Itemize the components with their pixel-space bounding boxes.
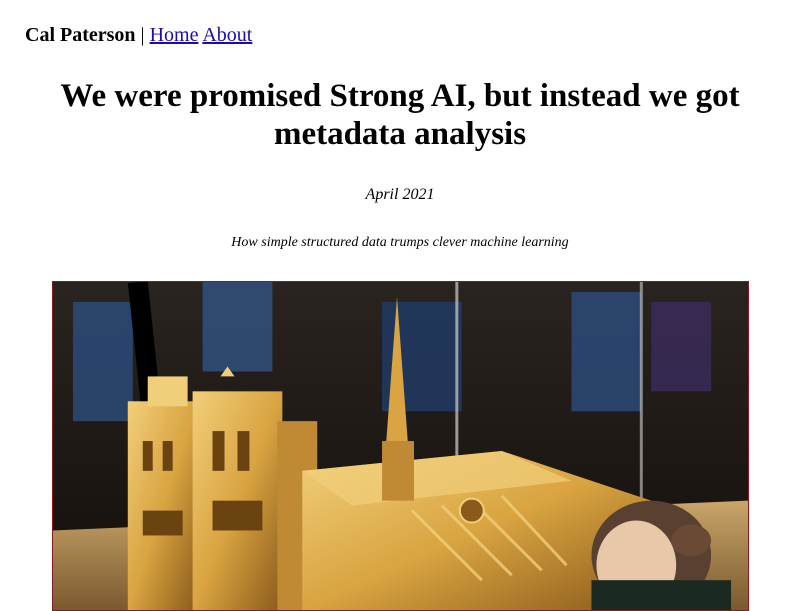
nav-link-about[interactable]: About	[202, 24, 252, 46]
site-name: Cal Paterson	[25, 24, 136, 46]
nav-separator: |	[140, 24, 145, 46]
hero-image-art	[53, 282, 748, 610]
site-nav: Cal Paterson | Home About	[25, 22, 252, 48]
hero-image	[52, 281, 749, 611]
article-subtitle: How simple structured data trumps clever…	[231, 235, 569, 250]
nav-link-home[interactable]: Home	[150, 24, 199, 46]
article-title: We were promised Strong AI, but instead …	[60, 78, 740, 152]
article-date: April 2021	[365, 186, 435, 203]
